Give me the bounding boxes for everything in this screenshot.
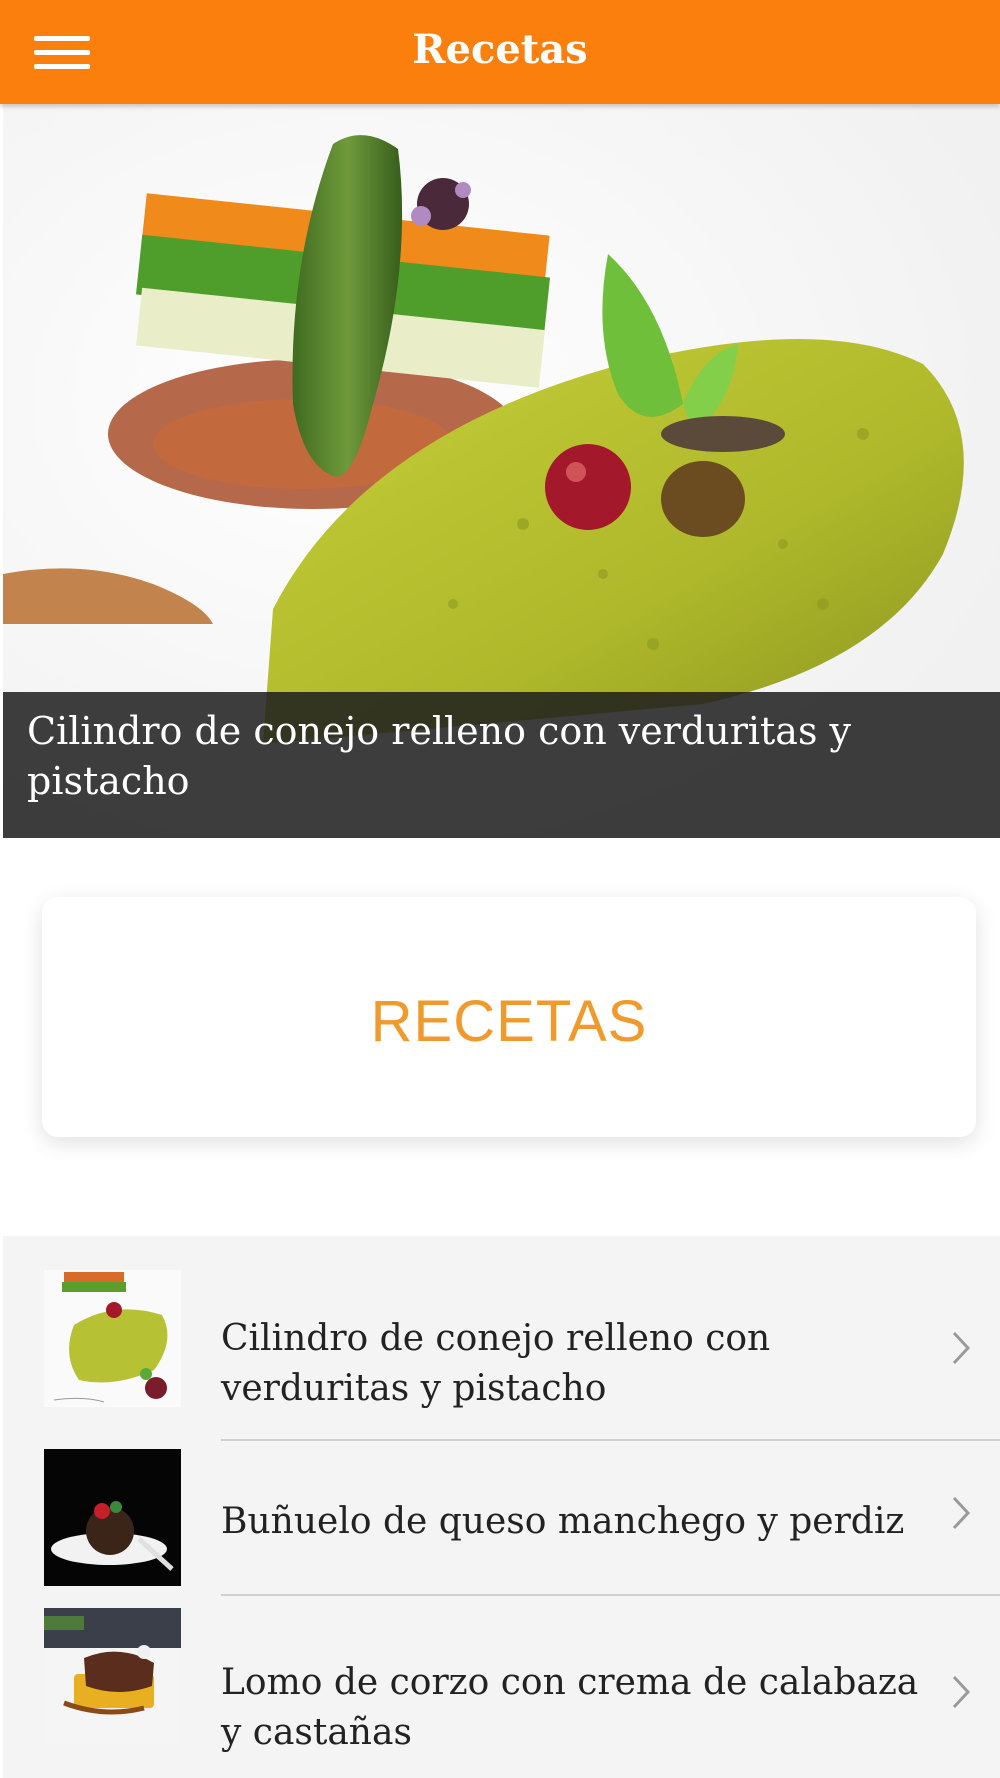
list-item[interactable]: Buñuelo de queso manchego y perdiz	[3, 1441, 1000, 1596]
page-title: Recetas	[412, 26, 588, 73]
featured-recipe-banner[interactable]: Cilindro de conejo relleno con verdurita…	[3, 104, 1000, 838]
recipe-title: Lomo de corzo con crema de calabaza y ca…	[221, 1662, 919, 1753]
recipes-section-card[interactable]: RECETAS	[42, 897, 976, 1137]
list-item[interactable]: Cilindro de conejo relleno con verdurita…	[3, 1236, 1000, 1441]
list-item[interactable]: Lomo de corzo con crema de calabaza y ca…	[3, 1596, 1000, 1778]
featured-recipe-caption: Cilindro de conejo relleno con verdurita…	[3, 692, 1000, 838]
chevron-right-icon	[952, 1496, 971, 1530]
recipe-thumbnail-image	[44, 1608, 181, 1745]
section-label: RECETAS	[370, 989, 648, 1054]
recipe-thumbnail	[44, 1449, 181, 1586]
chevron-right-icon	[952, 1675, 971, 1709]
top-app-bar: Recetas	[0, 0, 1000, 104]
recipe-thumbnail	[44, 1608, 181, 1745]
app-screen: Recetas Cilindro de conejo relleno con v…	[0, 0, 1000, 1778]
recipe-title: Cilindro de conejo relleno con verdurita…	[221, 1318, 771, 1409]
recipe-thumbnail	[44, 1270, 181, 1407]
recipe-list: Cilindro de conejo relleno con verdurita…	[3, 1236, 1000, 1778]
recipe-title: Buñuelo de queso manchego y perdiz	[221, 1501, 905, 1542]
recipe-thumbnail-image	[44, 1449, 181, 1586]
recipe-thumbnail-image	[44, 1270, 181, 1407]
chevron-right-icon	[952, 1331, 971, 1365]
featured-recipe-title: Cilindro de conejo relleno con verdurita…	[27, 709, 852, 803]
